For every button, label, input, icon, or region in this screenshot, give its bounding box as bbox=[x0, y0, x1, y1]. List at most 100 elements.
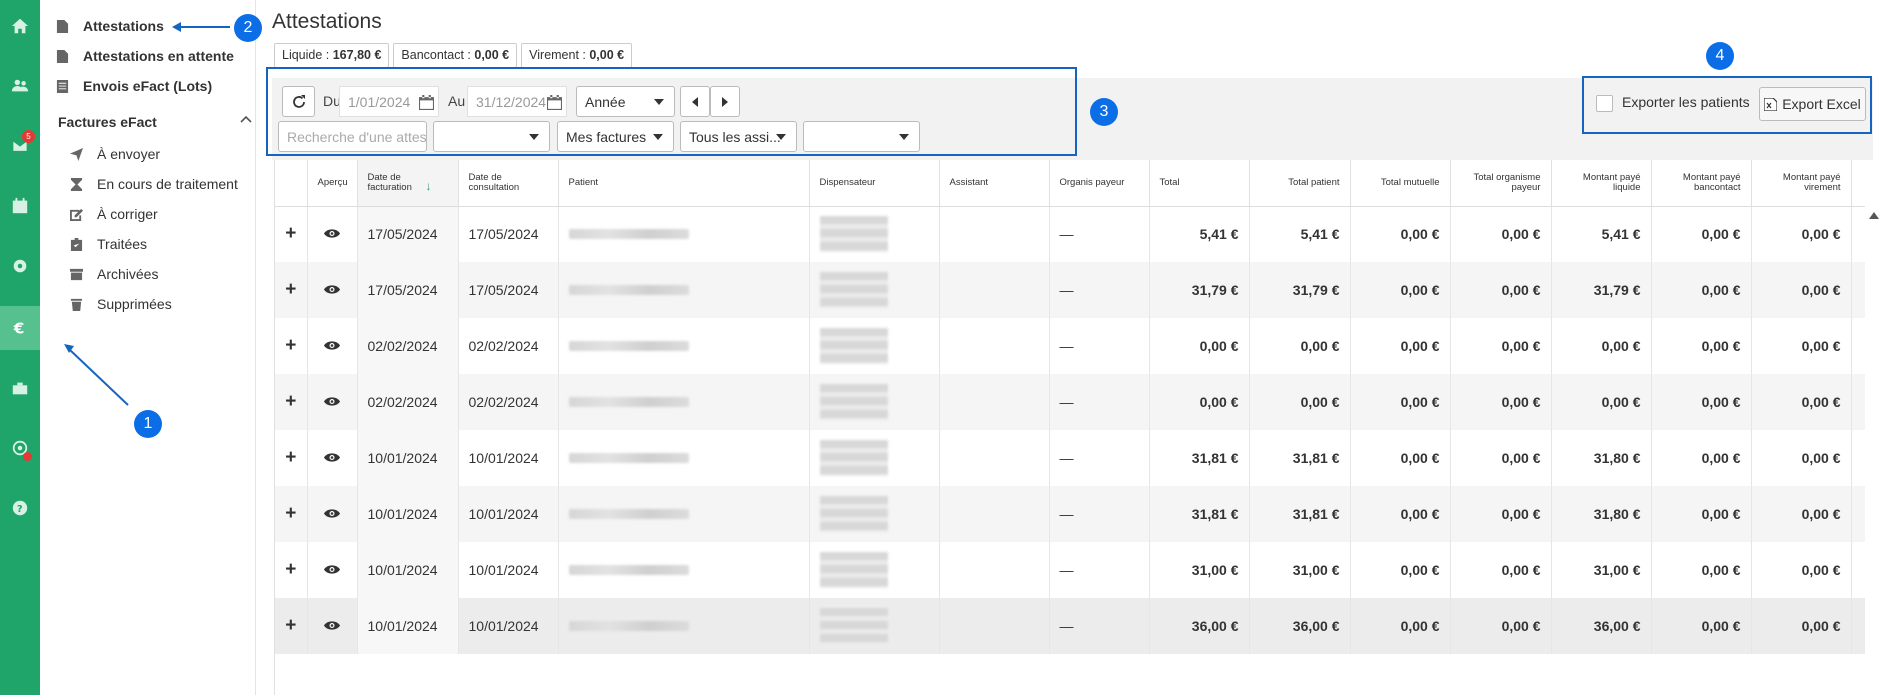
cell-dispensateur bbox=[809, 262, 940, 318]
expand-row-button[interactable]: + bbox=[275, 374, 308, 430]
cell-total-mutuelle: 0,00 € bbox=[1350, 318, 1451, 374]
filter-select-1[interactable] bbox=[433, 121, 550, 152]
previous-period-button[interactable] bbox=[680, 86, 710, 117]
eye-icon[interactable] bbox=[324, 620, 340, 631]
rail-settings[interactable] bbox=[0, 244, 40, 288]
expand-row-button[interactable]: + bbox=[275, 486, 308, 542]
period-select[interactable]: Année bbox=[576, 86, 675, 117]
table-row[interactable]: + 17/05/2024 17/05/2024 — 31,79 € 31,79 … bbox=[275, 262, 1865, 318]
euro-icon: € bbox=[13, 319, 25, 337]
eye-icon[interactable] bbox=[324, 508, 340, 519]
nav-a-envoyer[interactable]: À envoyer bbox=[70, 142, 160, 166]
refresh-button[interactable] bbox=[282, 86, 315, 117]
rail-tools[interactable] bbox=[0, 366, 40, 410]
header-assistant[interactable]: Assistant bbox=[939, 160, 1050, 207]
expand-row-button[interactable]: + bbox=[275, 598, 308, 654]
total-bancontact-label: Bancontact : bbox=[401, 48, 475, 62]
nav-supprimees-label: Supprimées bbox=[97, 296, 172, 312]
rail-radar[interactable] bbox=[0, 426, 40, 470]
expand-row-button[interactable]: + bbox=[275, 430, 308, 486]
eye-icon[interactable] bbox=[324, 396, 340, 407]
eye-icon[interactable] bbox=[324, 340, 340, 351]
header-total-organisme[interactable]: Total organisme payeur bbox=[1450, 160, 1552, 207]
expand-row-button[interactable]: + bbox=[275, 318, 308, 374]
header-paye-bancontact[interactable]: Montant payé bancontact bbox=[1651, 160, 1752, 207]
rail-users[interactable] bbox=[0, 64, 40, 108]
expand-row-button[interactable]: + bbox=[275, 542, 308, 598]
assistants-select[interactable]: Tous les assi... bbox=[680, 121, 797, 152]
to-date-input[interactable]: 31/12/2024 bbox=[467, 86, 567, 117]
header-patient[interactable]: Patient bbox=[558, 160, 810, 207]
eye-icon[interactable] bbox=[324, 564, 340, 575]
nav-supprimees[interactable]: Supprimées bbox=[70, 292, 172, 316]
table-row[interactable]: + 17/05/2024 17/05/2024 — 5,41 € 5,41 € … bbox=[275, 206, 1865, 262]
nav-en-cours[interactable]: En cours de traitement bbox=[70, 172, 238, 196]
header-total-mutuelle[interactable]: Total mutuelle bbox=[1350, 160, 1451, 207]
eye-icon[interactable] bbox=[324, 228, 340, 239]
nav-attestations-label: Attestations bbox=[83, 18, 164, 34]
nav-a-corriger-label: À corriger bbox=[97, 206, 158, 222]
from-date-input[interactable]: 1/01/2024 bbox=[339, 86, 439, 117]
eye-icon[interactable] bbox=[324, 452, 340, 463]
table-row[interactable]: + 10/01/2024 10/01/2024 — 36,00 € 36,00 … bbox=[275, 598, 1865, 654]
header-date-facturation[interactable]: Date de facturation ↓ bbox=[357, 160, 459, 207]
cell-paye-bancontact: 0,00 € bbox=[1651, 262, 1752, 318]
eye-icon[interactable] bbox=[324, 284, 340, 295]
table-header: Aperçu Date de facturation ↓ Date de cons… bbox=[275, 160, 1865, 207]
preview-cell[interactable] bbox=[307, 430, 358, 486]
preview-cell[interactable] bbox=[307, 542, 358, 598]
preview-cell[interactable] bbox=[307, 598, 358, 654]
export-patients-checkbox[interactable] bbox=[1596, 95, 1613, 112]
preview-cell[interactable] bbox=[307, 374, 358, 430]
header-paye-virement[interactable]: Montant payé virement bbox=[1751, 160, 1852, 207]
table-row[interactable]: + 02/02/2024 02/02/2024 — 0,00 € 0,00 € … bbox=[275, 318, 1865, 374]
table-row[interactable]: + 10/01/2024 10/01/2024 — 31,81 € 31,81 … bbox=[275, 430, 1865, 486]
export-excel-button[interactable]: Export Excel bbox=[1759, 87, 1866, 121]
table-row[interactable]: + 02/02/2024 02/02/2024 — 0,00 € 0,00 € … bbox=[275, 374, 1865, 430]
to-label: Au bbox=[448, 93, 466, 109]
preview-cell[interactable] bbox=[307, 318, 358, 374]
header-apercu[interactable]: Aperçu bbox=[307, 160, 358, 207]
header-date-consultation[interactable]: Date de consultation bbox=[458, 160, 559, 207]
table-row[interactable]: + 10/01/2024 10/01/2024 — 31,81 € 31,81 … bbox=[275, 486, 1865, 542]
rail-calendar[interactable] bbox=[0, 184, 40, 228]
nav-traitees[interactable]: Traitées bbox=[70, 232, 147, 256]
scroll-up-icon[interactable] bbox=[1869, 212, 1879, 219]
preview-cell[interactable] bbox=[307, 262, 358, 318]
search-input[interactable]: Recherche d'une attestation bbox=[278, 121, 427, 152]
next-period-button[interactable] bbox=[710, 86, 740, 117]
rail-help[interactable]: ? bbox=[0, 486, 40, 530]
cell-total-mutuelle: 0,00 € bbox=[1350, 374, 1451, 430]
preview-cell[interactable] bbox=[307, 206, 358, 262]
section-factures-efact[interactable]: Factures eFact bbox=[58, 114, 252, 130]
nav-envois-efact-label: Envois eFact (Lots) bbox=[83, 78, 213, 94]
preview-cell[interactable] bbox=[307, 486, 358, 542]
expand-row-button[interactable]: + bbox=[275, 206, 308, 262]
nav-attestations-en-attente[interactable]: Attestations en attente bbox=[56, 44, 234, 68]
header-paye-liquide[interactable]: Montant payé liquide bbox=[1551, 160, 1652, 207]
header-organis-payeur[interactable]: Organis payeur bbox=[1049, 160, 1150, 207]
sort-desc-icon[interactable]: ↓ bbox=[426, 179, 432, 193]
nav-a-corriger[interactable]: À corriger bbox=[70, 202, 158, 226]
redacted-dispensateur bbox=[819, 440, 888, 476]
invoices-select[interactable]: Mes factures bbox=[557, 121, 674, 152]
calendar-icon[interactable] bbox=[547, 95, 562, 110]
total-liquide: Liquide : 167,80 € bbox=[274, 43, 390, 68]
rail-billing[interactable]: € bbox=[0, 306, 40, 350]
filter-select-2[interactable] bbox=[803, 121, 920, 152]
chevron-up-icon[interactable] bbox=[240, 114, 252, 126]
nav-attestations[interactable]: Attestations bbox=[56, 14, 164, 38]
rail-mail[interactable]: 5 bbox=[0, 124, 40, 168]
expand-row-button[interactable]: + bbox=[275, 262, 308, 318]
nav-envois-efact[interactable]: Envois eFact (Lots) bbox=[56, 74, 212, 98]
cell-patient bbox=[558, 262, 810, 318]
rail-home[interactable] bbox=[0, 4, 40, 48]
calendar-icon[interactable] bbox=[419, 95, 434, 110]
redacted-dispensateur bbox=[819, 216, 888, 253]
nav-archivees[interactable]: Archivées bbox=[70, 262, 158, 286]
header-dispensateur[interactable]: Dispensateur bbox=[809, 160, 940, 207]
table-scrollbar[interactable] bbox=[1865, 160, 1883, 695]
table-row[interactable]: + 10/01/2024 10/01/2024 — 31,00 € 31,00 … bbox=[275, 542, 1865, 598]
header-total-patient[interactable]: Total patient bbox=[1249, 160, 1351, 207]
header-total[interactable]: Total bbox=[1149, 160, 1250, 207]
